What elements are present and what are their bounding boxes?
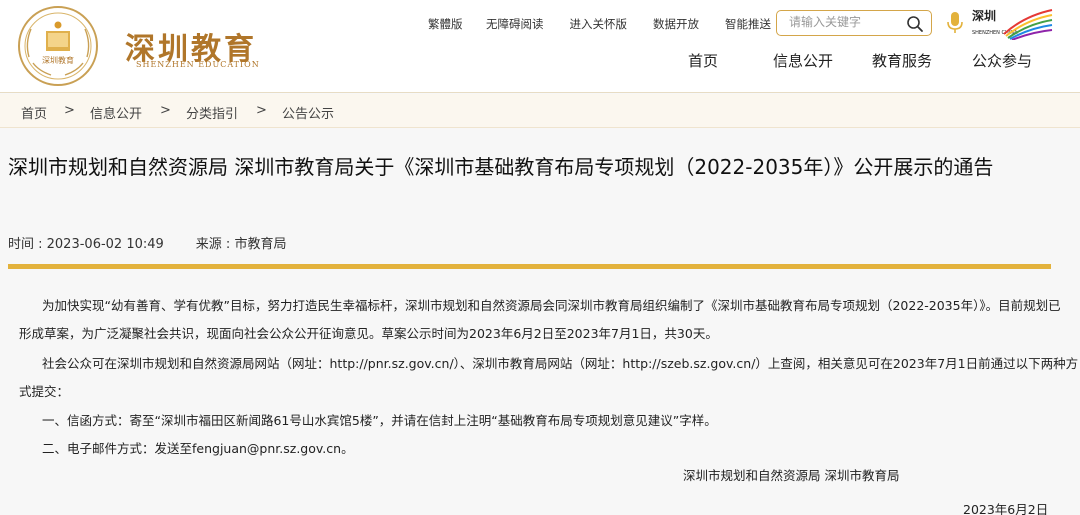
divider: [8, 264, 1051, 269]
article-time: 时间 : 2023-06-02 10:49: [8, 237, 164, 252]
article-source: 来源 : 市教育局: [195, 237, 287, 252]
breadcrumb-separator: >: [64, 103, 75, 118]
breadcrumb: 首页 > 信息公开 > 分类指引 > 公告公示: [0, 94, 1080, 128]
utility-links: 繁體版 无障碍阅读 进入关怀版 数据开放 智能推送: [428, 16, 797, 32]
site-header: 深圳教育 深圳教育 SHENZHEN EDUCATION 繁體版 无障碍阅读 进…: [0, 0, 1080, 93]
paragraph-3: 一、信函方式：寄至“深圳市福田区新闻路61号山水宾馆5楼”，并请在信封上注明“基…: [42, 413, 717, 428]
paragraph-2-line-1: 社会公众可在深圳市规划和自然资源局网站（网址：http://pnr.sz.gov…: [42, 356, 1079, 371]
paragraph-1-line-1: 为加快实现“幼有善育、学有优教”目标，努力打造民生幸福标杆，深圳市规划和自然资源…: [42, 298, 1061, 313]
microphone-icon[interactable]: [946, 11, 964, 35]
link-accessibility[interactable]: 无障碍阅读: [486, 16, 544, 32]
search-box: [776, 10, 932, 36]
paragraph-1-line-2: 形成草案，为广泛凝聚社会共识，现面向社会公众公开征询意见。草案公示时间为2023…: [19, 326, 718, 341]
link-care-mode[interactable]: 进入关怀版: [570, 16, 628, 32]
breadcrumb-category-guide[interactable]: 分类指引: [186, 103, 238, 122]
article-date: 2023年6月2日: [963, 502, 1049, 515]
search-icon[interactable]: [906, 15, 924, 33]
svg-text:深圳: 深圳: [972, 8, 996, 23]
paragraph-4: 二、电子邮件方式：发送至fengjuan@pnr.sz.gov.cn。: [42, 441, 354, 456]
article-meta: 时间 : 2023-06-02 10:49 来源 : 市教育局: [8, 233, 286, 252]
article-title: 深圳市规划和自然资源局 深圳市教育局关于《深圳市基础教育布局专项规划（2022-…: [8, 155, 994, 179]
link-smart-push[interactable]: 智能推送: [725, 16, 771, 32]
site-logo-subtitle: SHENZHEN EDUCATION: [136, 60, 260, 69]
breadcrumb-separator: >: [256, 103, 267, 118]
breadcrumb-home[interactable]: 首页: [21, 103, 47, 122]
breadcrumb-info-disclosure[interactable]: 信息公开: [90, 103, 142, 122]
paragraph-2-line-2: 式提交：: [19, 384, 70, 399]
link-traditional-chinese[interactable]: 繁體版: [428, 16, 463, 32]
article: 深圳市规划和自然资源局 深圳市教育局关于《深圳市基础教育布局专项规划（2022-…: [0, 129, 1080, 515]
article-signature: 深圳市规划和自然资源局 深圳市教育局: [683, 468, 900, 483]
link-open-data[interactable]: 数据开放: [653, 16, 699, 32]
nav-item-info-disclosure[interactable]: 信息公开: [773, 50, 833, 71]
nav-item-public-participation[interactable]: 公众参与: [972, 50, 1032, 71]
nav-item-home[interactable]: 首页: [688, 50, 718, 71]
breadcrumb-separator: >: [160, 103, 171, 118]
search-input[interactable]: [789, 15, 899, 29]
shenzhen-city-logo-icon[interactable]: 深圳 SHENZHEN CHINA: [972, 6, 1054, 40]
emblem-icon[interactable]: 深圳教育: [17, 5, 99, 87]
svg-text:深圳教育: 深圳教育: [42, 55, 74, 65]
breadcrumb-announcements[interactable]: 公告公示: [282, 103, 334, 122]
nav-item-education-services[interactable]: 教育服务: [872, 50, 932, 71]
